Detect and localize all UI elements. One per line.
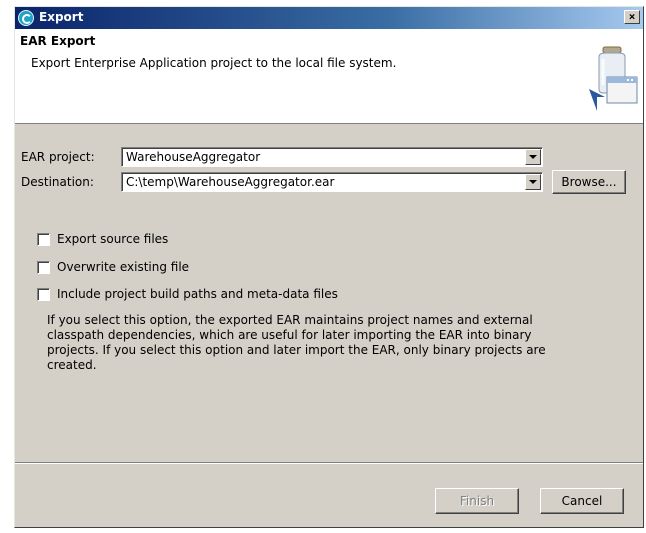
window-title: Export <box>39 10 84 24</box>
overwrite-label: Overwrite existing file <box>57 260 190 274</box>
include-build-paths-label: Include project build paths and meta-dat… <box>57 287 338 301</box>
button-bar-separator <box>15 462 643 464</box>
include-build-paths-checkbox[interactable] <box>37 288 50 301</box>
eclipse-app-icon <box>18 10 34 26</box>
destination-combo[interactable]: C:\temp\WarehouseAggregator.ear <box>121 172 543 192</box>
chevron-down-icon[interactable] <box>525 174 541 190</box>
export-source-label: Export source files <box>57 232 169 246</box>
page-description: Export Enterprise Application project to… <box>31 56 397 70</box>
export-dialog: Export × EAR Export Export Enterprise Ap… <box>14 6 644 528</box>
jar-window-wizard-icon <box>589 46 638 111</box>
cancel-button[interactable]: Cancel <box>540 488 624 514</box>
title-bar[interactable]: Export × <box>15 7 643 29</box>
wizard-header: EAR Export Export Enterprise Application… <box>15 29 643 124</box>
finish-button[interactable]: Finish <box>435 488 519 514</box>
destination-value: C:\temp\WarehouseAggregator.ear <box>126 175 335 189</box>
page-title: EAR Export <box>20 34 96 48</box>
browse-button[interactable]: Browse... <box>552 170 626 194</box>
option-help-text: If you select this option, the exported … <box>47 313 546 372</box>
ear-project-combo[interactable]: WarehouseAggregator <box>121 147 543 167</box>
overwrite-checkbox[interactable] <box>37 261 50 274</box>
export-source-checkbox[interactable] <box>37 233 50 246</box>
destination-label: Destination: <box>21 175 94 189</box>
close-button[interactable]: × <box>624 10 640 24</box>
chevron-down-icon[interactable] <box>525 149 541 165</box>
ear-project-label: EAR project: <box>21 150 95 164</box>
ear-project-value: WarehouseAggregator <box>126 150 261 164</box>
